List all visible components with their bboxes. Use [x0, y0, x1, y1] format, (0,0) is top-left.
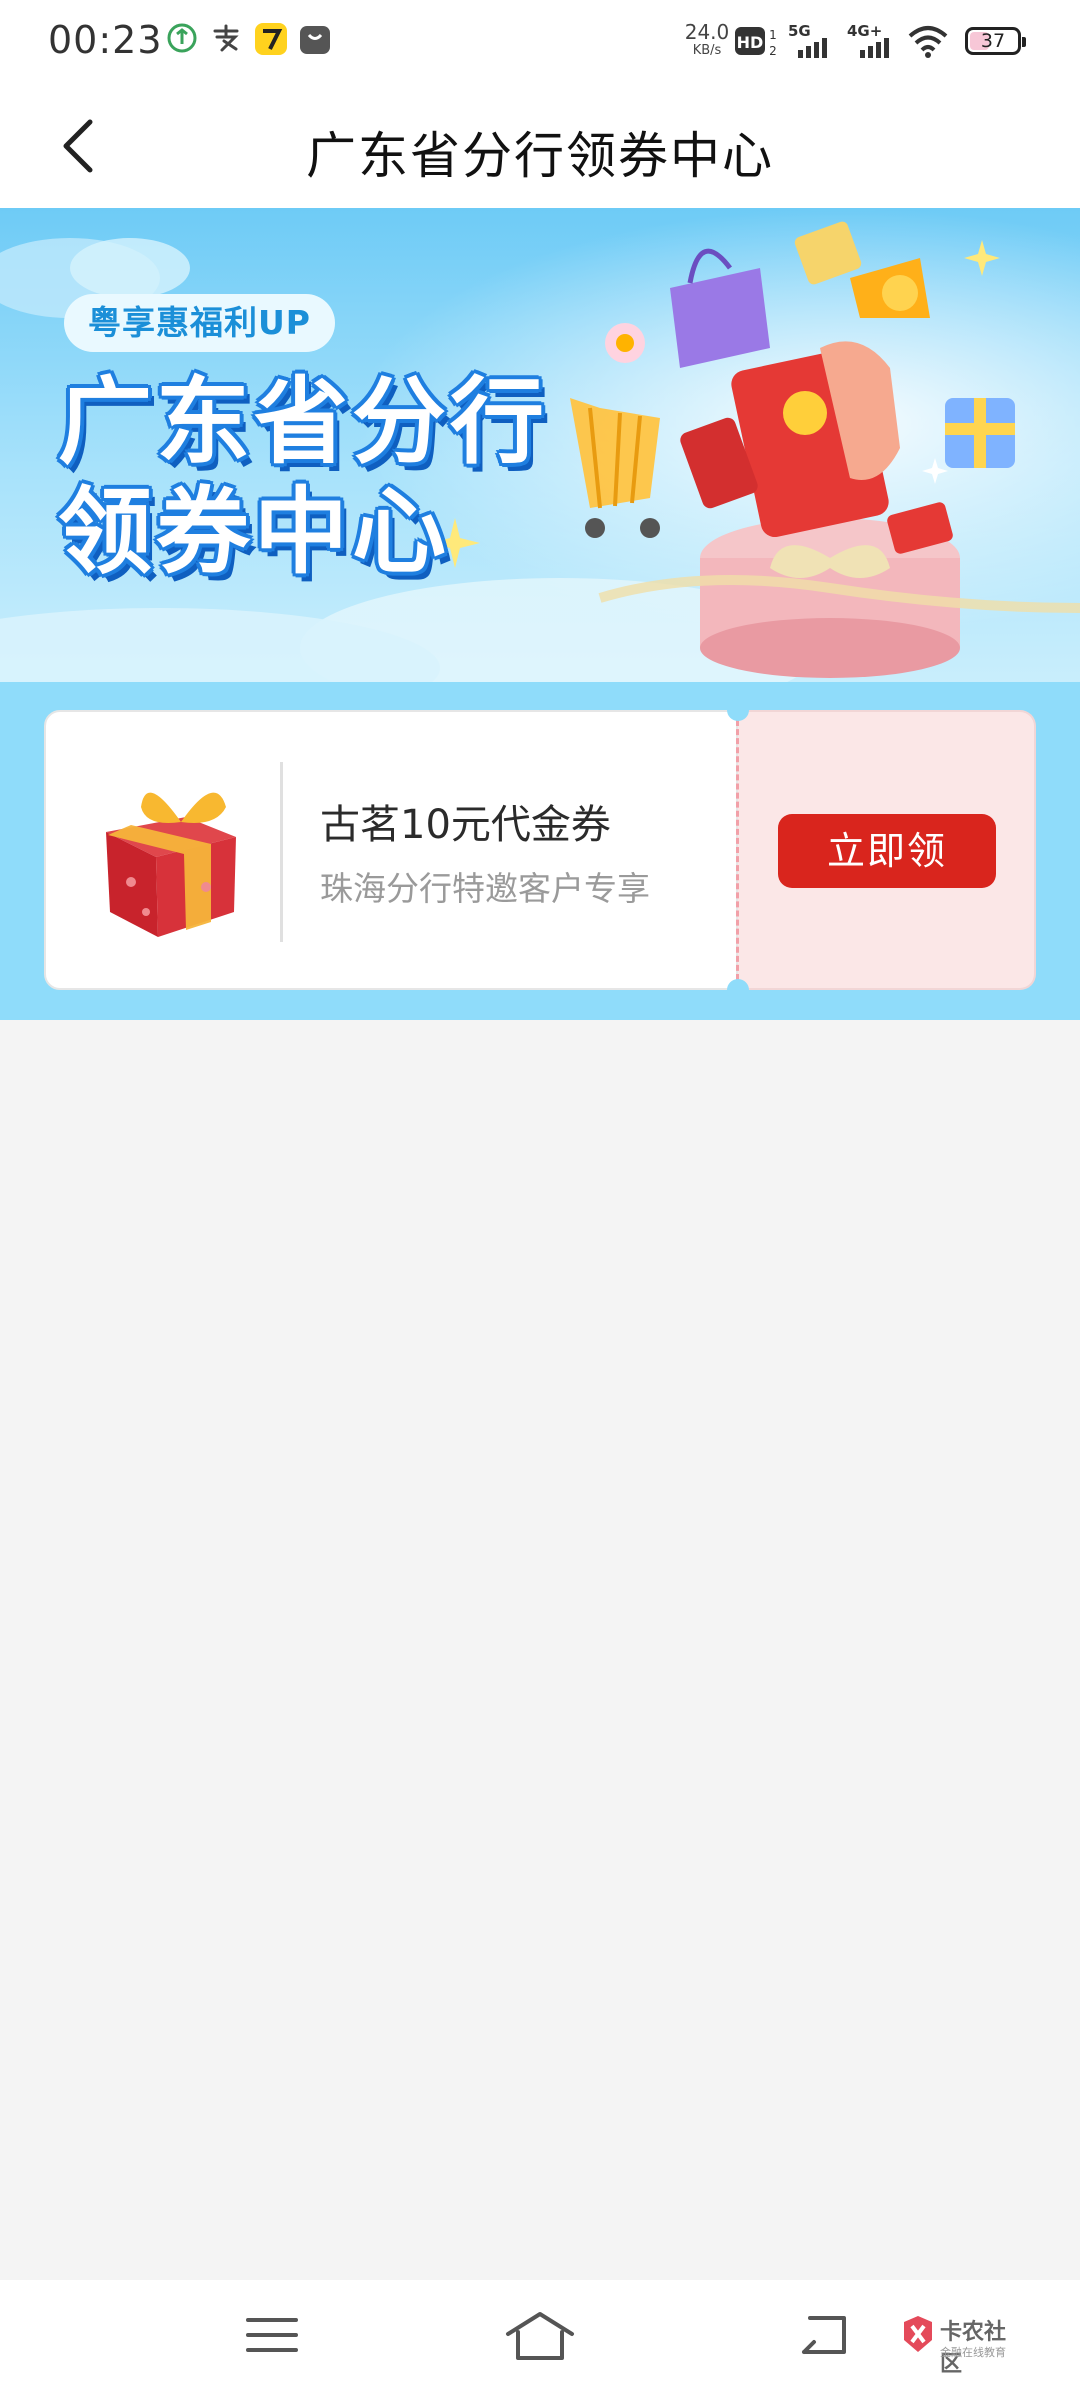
app-seven-icon: [255, 23, 287, 55]
coupon-subtitle: 珠海分行特邀客户专享: [320, 869, 650, 908]
home-icon[interactable]: [504, 2310, 576, 2364]
shopping-bag-icon: [300, 26, 330, 54]
coupon-divider: [280, 762, 283, 942]
network-speed-unit: KB/s: [692, 43, 722, 58]
status-bar: 00:23 24.0 KB/s HD 1 2 5G 4G+ 37: [0, 0, 1080, 82]
page-title: 广东省分行领券中心: [306, 127, 774, 185]
battery-icon: 37: [965, 27, 1026, 55]
back-nav-icon[interactable]: [796, 2310, 852, 2360]
svg-text:1: 1: [769, 28, 777, 42]
battery-level: 37: [980, 30, 1006, 52]
coupon-notch-top: [727, 699, 749, 721]
hd-voice-icon: HD 1 2: [735, 27, 777, 58]
signal-5g-icon: 5G: [788, 22, 827, 58]
coupon-list: 古茗10元代金券 珠海分行特邀客户专享 立即领: [0, 682, 1080, 1020]
alipay-icon: [213, 24, 239, 52]
system-nav-bar: 卡农社区 金融在线教育: [0, 2280, 1080, 2408]
banner-tag: 粤享惠福利UP: [64, 294, 335, 352]
recycle-app-icon: [167, 23, 197, 53]
svg-text:HD: HD: [737, 33, 764, 52]
promo-banner[interactable]: 粤享惠福利UP 广东省分行 领券中心: [0, 208, 1080, 682]
network-speed: 24.0 KB/s: [683, 22, 731, 57]
banner-title-line2: 领券中心: [58, 478, 451, 587]
svg-text:2: 2: [769, 44, 777, 58]
kanong-logo-icon: [904, 2316, 932, 2352]
status-time: 00:23: [48, 18, 163, 62]
coupon-notch-bottom: [727, 979, 749, 1001]
menu-icon[interactable]: [244, 2310, 300, 2360]
svg-text:5G: 5G: [788, 22, 811, 40]
gift-box-icon: [106, 792, 236, 937]
svg-text:4G+: 4G+: [847, 22, 882, 40]
coupon-perforation: [736, 720, 739, 980]
coupon-info: 古茗10元代金券 珠海分行特邀客户专享: [44, 710, 738, 990]
network-speed-value: 24.0: [684, 20, 730, 44]
coupon-card[interactable]: 古茗10元代金券 珠海分行特邀客户专享 立即领: [44, 699, 1036, 1001]
watermark-logo: 卡农社区 金融在线教育: [900, 2310, 1020, 2377]
wifi-icon: [908, 26, 948, 58]
claim-button[interactable]: 立即领: [778, 814, 996, 888]
signal-4g-icon: 4G+: [847, 22, 889, 58]
banner-title-line1: 广东省分行: [58, 368, 549, 477]
coupon-title: 古茗10元代金券: [320, 802, 611, 848]
header: 广东省分行领券中心: [0, 82, 1080, 208]
watermark-tagline: 金融在线教育: [940, 2346, 1006, 2359]
